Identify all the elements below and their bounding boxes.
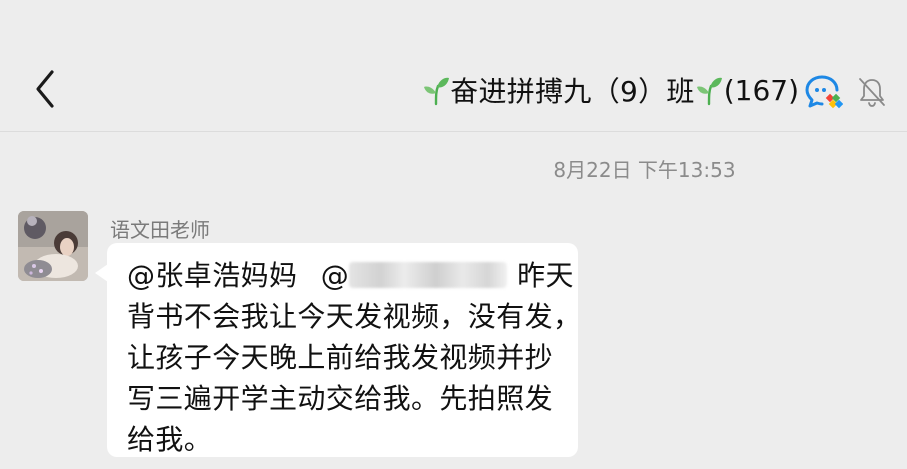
member-count: (167) (723, 73, 799, 107)
message-line: 背书不会我让今天发视频，没有发， (127, 300, 582, 333)
message-line: 让孩子今天晚上前给我发视频并抄 (127, 341, 554, 374)
message-line: @张卓浩妈妈 @ 昨天 (127, 255, 574, 296)
seedling-icon (696, 77, 722, 106)
group-chat-icon[interactable] (805, 73, 843, 111)
chevron-left-icon[interactable] (26, 66, 66, 112)
sender-name: 语文田老师 (110, 218, 210, 242)
mention-link-redacted[interactable]: @ (321, 255, 517, 296)
avatar-photo (18, 211, 88, 281)
chat-screen: 奋进拼搏九（9）班 (167) 8月22日 下午13:53 语文田老师 @张卓浩… (0, 0, 907, 469)
seedling-icon (424, 77, 450, 106)
message-text: 昨天 (517, 259, 574, 292)
chat-title[interactable]: 奋进拼搏九（9）班 (167) (422, 70, 799, 110)
redacted-name (349, 262, 508, 288)
avatar[interactable] (18, 211, 88, 281)
mention-link[interactable]: @张卓浩妈妈 (127, 255, 297, 296)
message-line: 给我。 (127, 423, 213, 456)
message-bubble[interactable]: @张卓浩妈妈 @ 昨天 背书不会我让今天发视频，没有发， 让孩子今天晚上前给我发视… (107, 243, 582, 457)
group-name: 奋进拼搏九（9）班 (450, 75, 695, 108)
mention-at: @ (320, 259, 350, 292)
message-line: 写三遍开学主动交给我。先拍照发 (127, 382, 554, 415)
message-timestamp: 8月22日 下午13:53 (553, 158, 736, 182)
bell-muted-icon[interactable] (857, 76, 887, 108)
chat-header: 奋进拼搏九（9）班 (167) (0, 48, 907, 132)
